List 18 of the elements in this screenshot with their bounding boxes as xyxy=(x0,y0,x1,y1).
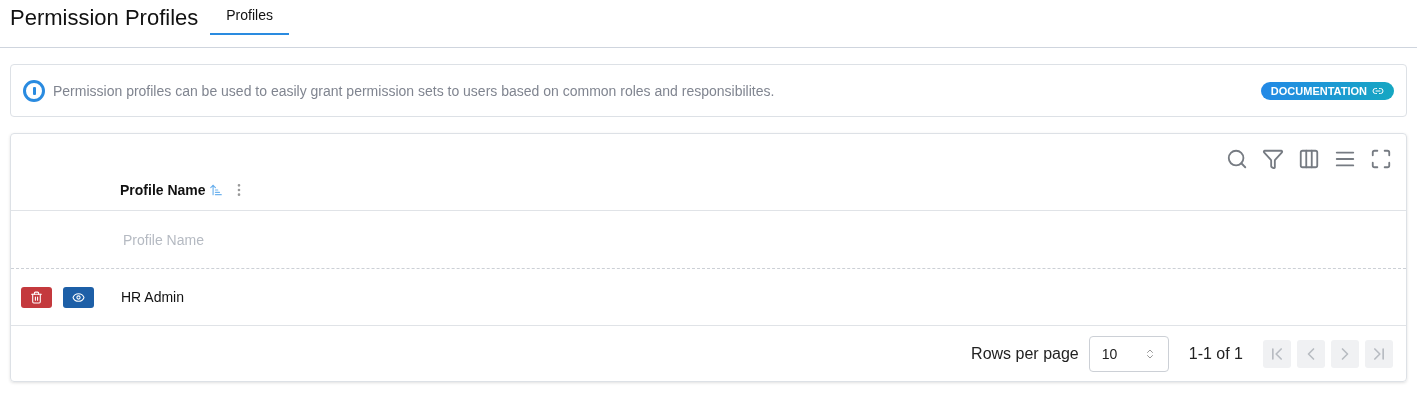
profiles-tab[interactable]: Profiles xyxy=(210,0,289,35)
filter-button[interactable] xyxy=(1262,148,1284,170)
fullscreen-button[interactable] xyxy=(1370,148,1392,170)
delete-button[interactable] xyxy=(21,286,52,308)
sort-icon[interactable] xyxy=(208,183,223,197)
trash-icon xyxy=(30,290,43,304)
page-range: 1-1 of 1 xyxy=(1188,344,1243,363)
column-header[interactable]: Profile Name xyxy=(120,182,206,198)
eye-icon xyxy=(72,290,85,304)
view-button[interactable] xyxy=(63,286,94,308)
columns-button[interactable] xyxy=(1298,148,1320,170)
rows-per-page-label: Rows per page xyxy=(971,344,1079,363)
info-text: Permission profiles can be used to easily grant permission sets to users based on common roles and responsibilites. xyxy=(53,82,776,99)
page-title: Permission Profiles xyxy=(10,5,199,31)
table-cell: HR Admin xyxy=(121,289,185,305)
search-button[interactable] xyxy=(1226,148,1248,170)
rows-per-page-select[interactable]: 10 xyxy=(1088,335,1169,372)
info-icon xyxy=(23,79,45,102)
